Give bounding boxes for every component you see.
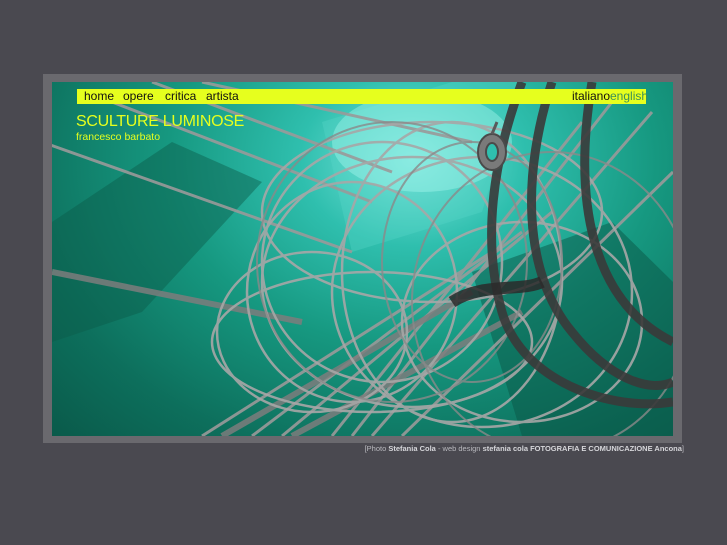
- credits-separator: - web design: [437, 444, 481, 453]
- credits-photographer: Stefania Cola: [388, 444, 436, 453]
- credits-open: [Photo: [364, 444, 387, 453]
- credits-designer: stefania cola FOTOGRAFIA E COMUNICAZIONE…: [482, 444, 682, 453]
- credits-close: ]: [681, 444, 684, 453]
- photo-credits: [Photo Stefania Cola - web design stefan…: [365, 444, 684, 454]
- language-italiano-link[interactable]: italiano: [572, 88, 610, 104]
- nav-opere-link[interactable]: opere: [123, 88, 154, 104]
- top-navbar: [77, 89, 646, 104]
- nav-artista-link[interactable]: artista: [206, 88, 239, 104]
- nav-critica-link[interactable]: critica: [165, 88, 196, 104]
- site-subtitle: francesco barbato: [76, 131, 161, 143]
- language-english-link[interactable]: english: [610, 88, 648, 104]
- nav-home-link[interactable]: home: [84, 88, 114, 104]
- site-title: SCULTURE LUMINOSE: [76, 113, 244, 130]
